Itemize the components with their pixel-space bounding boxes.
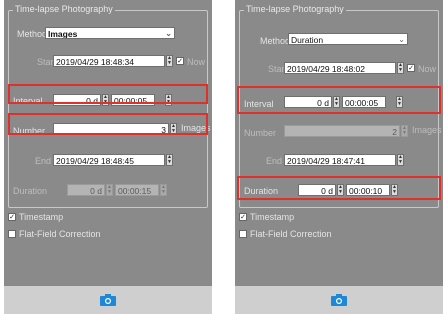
duration-time: 00:00:15 (118, 186, 152, 196)
end-field[interactable]: 2019/04/29 18:47:41 (284, 154, 396, 166)
start-value: 2019/04/29 18:48:34 (56, 57, 134, 67)
number-value: 2 (392, 127, 397, 137)
end-value: 2019/04/29 18:47:41 (287, 156, 365, 166)
start-spin-icon[interactable]: ▲ ▼ (166, 55, 173, 67)
flatfield-label: Flat-Field Correction (19, 229, 101, 239)
timestamp-checkbox[interactable]: ✓ (239, 213, 247, 221)
end-value: 2019/04/29 18:48:45 (56, 156, 134, 166)
number-unit: Images (412, 125, 442, 135)
method-label: Method (17, 29, 48, 39)
now-checkbox[interactable]: ✓ (407, 64, 415, 72)
now-label: Now (418, 64, 437, 74)
chevron-down-icon: ⌄ (165, 29, 172, 38)
duration-days-spin-icon: ▲ ▼ (106, 184, 113, 196)
number-label: Number (244, 128, 277, 138)
time-lapse-group: Time-lapse Photography Method Images ⌄ S… (8, 4, 211, 208)
capture-bar (235, 286, 443, 314)
start-value: 2019/04/29 18:48:02 (287, 64, 365, 74)
duration-highlight (237, 176, 441, 200)
end-field[interactable]: 2019/04/29 18:48:45 (53, 154, 165, 166)
end-label: End (35, 156, 52, 166)
end-spin-icon[interactable]: ▲ ▼ (397, 154, 404, 166)
method-label: Method (260, 36, 291, 46)
number-highlight (8, 113, 208, 135)
duration-time-spin-icon: ▲ ▼ (160, 184, 167, 196)
chevron-down-icon: ⌄ (398, 35, 405, 44)
camera-icon[interactable] (331, 294, 347, 306)
now-checkbox[interactable]: ✓ (176, 57, 184, 65)
duration-days-field: 0 d (67, 184, 105, 196)
left-settings-panel: Time-lapse Photography Method Images ⌄ S… (4, 0, 212, 314)
number-field: 2 (284, 125, 400, 137)
method-dropdown[interactable]: Images ⌄ (45, 27, 175, 39)
number-spin-icon: ▲ ▼ (401, 125, 408, 137)
duration-days: 0 d (90, 186, 102, 196)
end-spin-icon[interactable]: ▲ ▼ (166, 154, 173, 166)
start-spin-icon[interactable]: ▲ ▼ (397, 62, 404, 74)
end-label: End (266, 156, 283, 166)
start-field[interactable]: 2019/04/29 18:48:02 (284, 62, 396, 74)
duration-label: Duration (13, 186, 48, 196)
interval-highlight (8, 84, 208, 104)
start-field[interactable]: 2019/04/29 18:48:34 (53, 55, 165, 67)
method-value: Duration (291, 35, 324, 45)
flatfield-checkbox[interactable] (8, 230, 16, 238)
now-label: Now (187, 57, 206, 67)
method-dropdown[interactable]: Duration ⌄ (288, 33, 408, 45)
method-value: Images (48, 29, 78, 39)
group-title: Time-lapse Photography (13, 4, 115, 14)
flatfield-label: Flat-Field Correction (250, 229, 332, 239)
timestamp-label: Timestamp (250, 212, 295, 222)
group-title: Time-lapse Photography (244, 4, 346, 14)
interval-highlight (237, 86, 441, 114)
timestamp-checkbox[interactable]: ✓ (8, 213, 16, 221)
capture-bar (4, 286, 212, 314)
right-settings-panel: Time-lapse Photography Method Duration ⌄… (235, 0, 443, 314)
camera-icon[interactable] (100, 294, 116, 306)
flatfield-checkbox[interactable] (239, 230, 247, 238)
duration-time-field: 00:00:15 (115, 184, 159, 196)
timestamp-label: Timestamp (19, 212, 64, 222)
